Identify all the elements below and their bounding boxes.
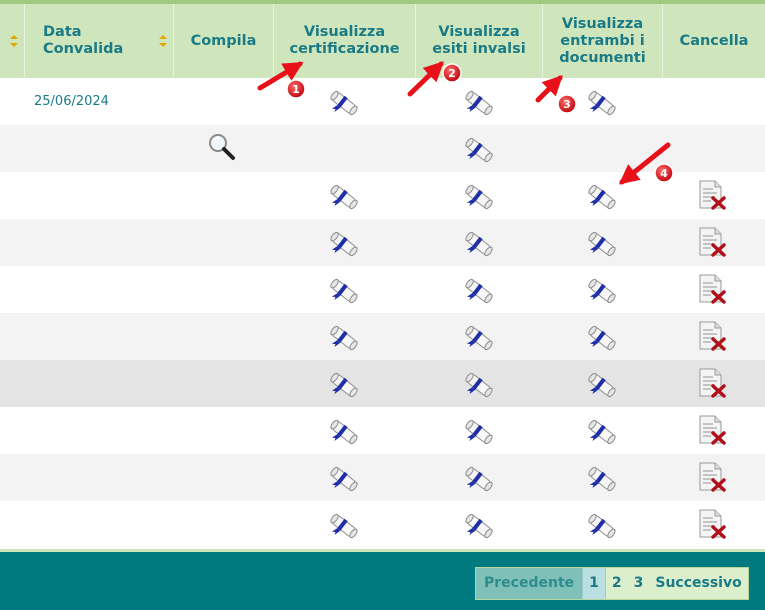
- certificate-icon[interactable]: [463, 464, 495, 494]
- certificate-icon[interactable]: [586, 88, 618, 118]
- delete-document-icon[interactable]: [697, 321, 729, 351]
- delete-document-icon[interactable]: [697, 509, 729, 539]
- certificate-icon[interactable]: [328, 464, 360, 494]
- pagination-next[interactable]: Successivo: [649, 568, 747, 599]
- header-visualizza-entrambi-label: Visualizza entrambi i documenti: [559, 15, 646, 66]
- header-cancella-label: Cancella: [679, 32, 749, 49]
- date-cell: 25/06/2024: [34, 94, 109, 109]
- table-row: [0, 360, 765, 407]
- header-visualizza-esiti-invalsi-label: Visualizza esiti invalsi: [432, 24, 526, 57]
- sort-icon[interactable]: [10, 35, 18, 47]
- certificate-icon[interactable]: [463, 370, 495, 400]
- magnifier-icon[interactable]: [206, 132, 238, 162]
- pagination: Precedente 1 2 3 Successivo: [475, 567, 749, 600]
- header-compila-label: Compila: [190, 32, 257, 49]
- certificate-icon[interactable]: [463, 229, 495, 259]
- certificate-icon[interactable]: [328, 370, 360, 400]
- certificate-icon[interactable]: [586, 511, 618, 541]
- certificate-icon[interactable]: [328, 229, 360, 259]
- header-visualizza-entrambi: Visualizza entrambi i documenti: [543, 4, 663, 78]
- certificate-icon[interactable]: [463, 511, 495, 541]
- certificate-icon[interactable]: [463, 276, 495, 306]
- pagination-page-1[interactable]: 1: [582, 568, 606, 599]
- certificate-icon[interactable]: [328, 323, 360, 353]
- table-row: [0, 172, 765, 219]
- header-sort-column[interactable]: [0, 4, 25, 78]
- certificate-icon[interactable]: [328, 417, 360, 447]
- table-footer: Precedente 1 2 3 Successivo: [0, 549, 765, 610]
- certificate-icon[interactable]: [586, 323, 618, 353]
- certificate-icon[interactable]: [586, 370, 618, 400]
- delete-document-icon[interactable]: [697, 180, 729, 210]
- certificate-icon[interactable]: [586, 276, 618, 306]
- certificate-icon[interactable]: [463, 88, 495, 118]
- certificate-icon[interactable]: [328, 182, 360, 212]
- table-row: [0, 266, 765, 313]
- header-cancella: Cancella: [663, 4, 765, 78]
- header-compila: Compila: [174, 4, 274, 78]
- header-visualizza-esiti-invalsi: Visualizza esiti invalsi: [416, 4, 543, 78]
- certificate-icon[interactable]: [586, 417, 618, 447]
- certificate-icon[interactable]: [586, 229, 618, 259]
- header-data-convalida[interactable]: Data Convalida: [25, 4, 174, 78]
- sort-icon[interactable]: [159, 35, 167, 47]
- certificate-icon[interactable]: [586, 182, 618, 212]
- certificate-icon[interactable]: [463, 417, 495, 447]
- header-visualizza-certificazione: Visualizza certificazione: [274, 4, 416, 78]
- table-body: 25/06/2024: [0, 78, 765, 548]
- table-row: [0, 313, 765, 360]
- table-row: 25/06/2024: [0, 78, 765, 125]
- delete-document-icon[interactable]: [697, 368, 729, 398]
- certificate-icon[interactable]: [463, 323, 495, 353]
- table-row: [0, 454, 765, 501]
- certificate-icon[interactable]: [463, 135, 495, 165]
- table-header: Data Convalida Compila Visualizza certif…: [0, 0, 765, 78]
- header-data-convalida-label: Data Convalida: [43, 24, 124, 57]
- certificate-icon[interactable]: [586, 464, 618, 494]
- delete-document-icon[interactable]: [697, 274, 729, 304]
- table-row: [0, 501, 765, 548]
- delete-document-icon[interactable]: [697, 227, 729, 257]
- certificate-icon[interactable]: [463, 182, 495, 212]
- table-row: [0, 125, 765, 172]
- certificate-icon[interactable]: [328, 276, 360, 306]
- pagination-page-2[interactable]: 2: [606, 568, 628, 599]
- certificate-icon[interactable]: [328, 88, 360, 118]
- header-visualizza-certificazione-label: Visualizza certificazione: [289, 24, 400, 57]
- table-row: [0, 407, 765, 454]
- certificate-icon[interactable]: [328, 511, 360, 541]
- delete-document-icon[interactable]: [697, 462, 729, 492]
- delete-document-icon[interactable]: [697, 415, 729, 445]
- app-window: Data Convalida Compila Visualizza certif…: [0, 0, 765, 610]
- table-row: [0, 219, 765, 266]
- pagination-previous[interactable]: Precedente: [476, 568, 583, 599]
- pagination-page-3[interactable]: 3: [628, 568, 650, 599]
